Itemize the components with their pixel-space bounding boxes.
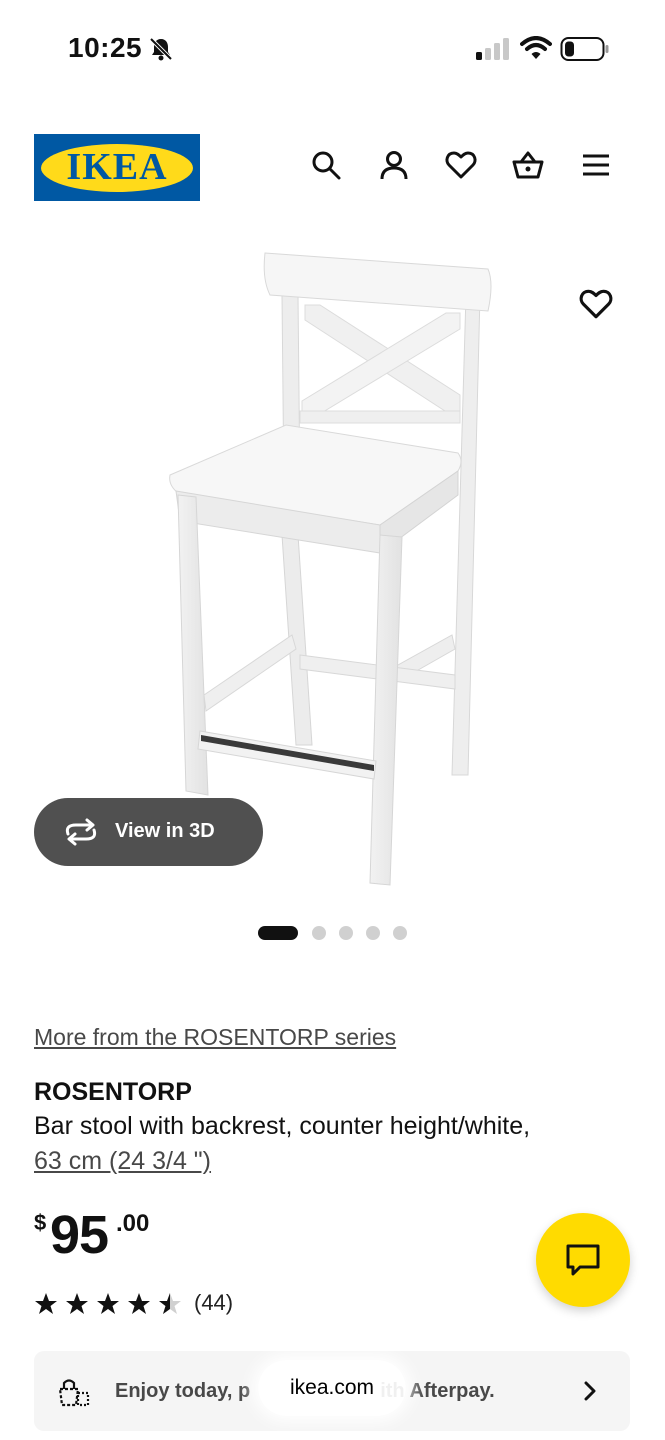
- rotate-3d-icon: [65, 818, 97, 846]
- star-full-icon: [35, 1293, 57, 1314]
- view-in-3d-label: View in 3D: [115, 820, 215, 842]
- basket-icon[interactable]: [511, 148, 545, 182]
- star-full-icon: [66, 1293, 88, 1314]
- review-count[interactable]: (44): [194, 1290, 233, 1316]
- battery-icon: [560, 37, 609, 61]
- star-full-icon: [128, 1293, 150, 1314]
- site-header: IKEA: [0, 130, 665, 205]
- star-full-icon: [97, 1293, 119, 1314]
- series-link[interactable]: More from the ROSENTORP series: [34, 1024, 396, 1051]
- heart-icon[interactable]: [444, 148, 478, 182]
- browser-url-bar[interactable]: ikea.com: [258, 1360, 406, 1416]
- wifi-icon: [520, 36, 552, 59]
- carousel-dot[interactable]: [339, 926, 353, 940]
- afterpay-icon: [58, 1379, 90, 1407]
- account-icon[interactable]: [377, 148, 411, 182]
- ikea-logo[interactable]: IKEA: [34, 134, 200, 201]
- carousel-dot[interactable]: [312, 926, 326, 940]
- price-decimal: .00: [116, 1210, 150, 1237]
- signal-icon: [476, 38, 509, 60]
- browser-url: ikea.com: [289, 1376, 375, 1399]
- carousel-dot-active[interactable]: [258, 926, 298, 940]
- search-icon[interactable]: [309, 148, 343, 182]
- price-currency: $: [34, 1210, 47, 1235]
- chat-icon: [566, 1244, 600, 1276]
- price-integer: 95: [50, 1205, 109, 1265]
- product-description: Bar stool with backrest, counter height/…: [34, 1112, 531, 1140]
- chevron-right-icon: [584, 1381, 596, 1401]
- menu-icon[interactable]: [579, 148, 613, 182]
- star-half-icon: [159, 1293, 181, 1314]
- status-bar: 10:25: [0, 0, 665, 100]
- bell-slash-icon: [149, 37, 173, 61]
- view-in-3d-button[interactable]: View in 3D: [34, 798, 263, 866]
- product-image[interactable]: [0, 235, 665, 895]
- afterpay-text-left: Enjoy today, p: [115, 1380, 251, 1402]
- logo-text: IKEA: [66, 146, 168, 188]
- carousel-dot[interactable]: [393, 926, 407, 940]
- product-name: ROSENTORP: [34, 1078, 192, 1106]
- carousel-dot[interactable]: [366, 926, 380, 940]
- product-size-link[interactable]: 63 cm (24 3/4 "): [34, 1147, 211, 1176]
- status-time: 10:25: [68, 32, 143, 63]
- favorite-icon[interactable]: [578, 286, 614, 322]
- chat-button[interactable]: [536, 1213, 630, 1307]
